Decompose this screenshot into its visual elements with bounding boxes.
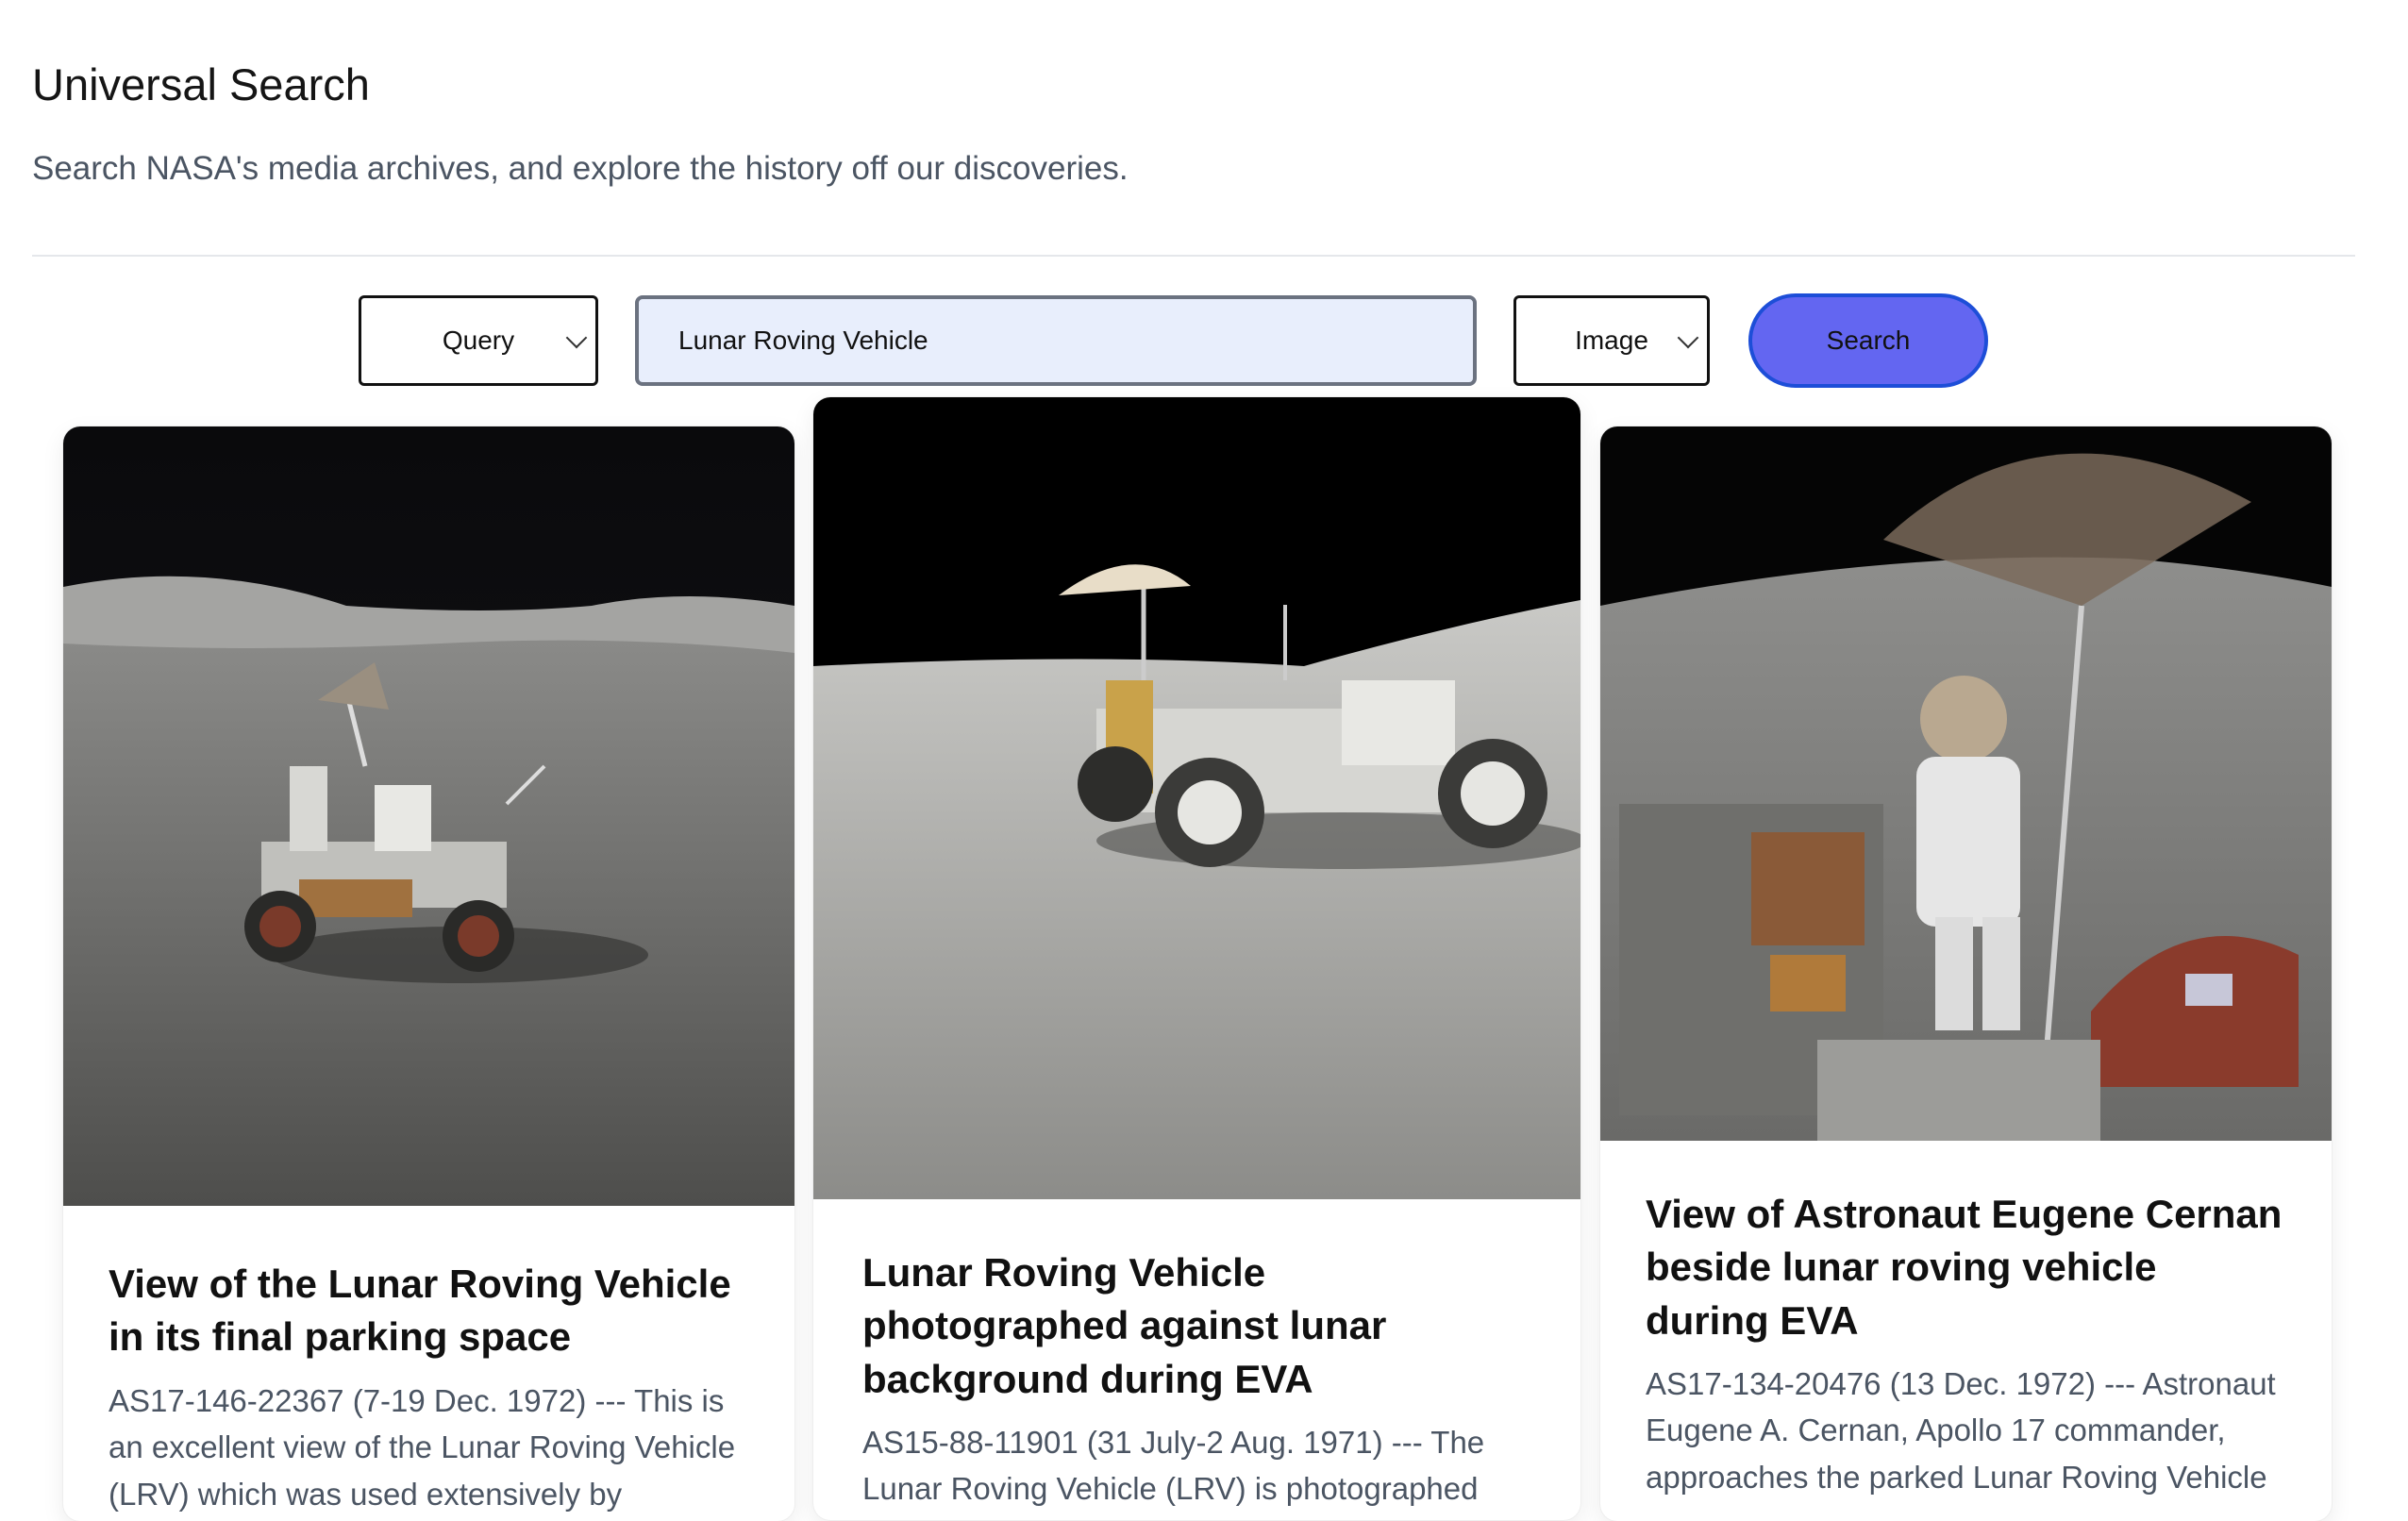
result-description: AS17-134-20476 (13 Dec. 1972) --- Astron…: [1646, 1365, 2276, 1495]
search-input[interactable]: [635, 295, 1477, 386]
search-button[interactable]: Search: [1748, 293, 1988, 388]
result-title[interactable]: View of Astronaut Eugene Cernan beside l…: [1646, 1188, 2286, 1347]
result-card[interactable]: Lunar Roving Vehicle photographed agains…: [813, 397, 1580, 1520]
header-divider: [32, 255, 2355, 257]
result-image[interactable]: [1600, 426, 2332, 1141]
page-subtitle: Search NASA's media archives, and explor…: [32, 150, 1129, 187]
result-description: AS15-88-11901 (31 July-2 Aug. 1971) --- …: [862, 1424, 1485, 1520]
result-card-body: Lunar Roving Vehicle photographed agains…: [813, 1199, 1580, 1520]
result-card[interactable]: View of the Lunar Roving Vehicle in its …: [63, 426, 794, 1521]
page-header: Universal Search Search NASA's media arc…: [32, 62, 2353, 190]
astronaut-rover-photo: [1600, 426, 2332, 1141]
result-description: AS17-146-22367 (7-19 Dec. 1972) --- This…: [109, 1382, 736, 1512]
result-card-body: View of the Lunar Roving Vehicle in its …: [63, 1206, 794, 1517]
result-title[interactable]: Lunar Roving Vehicle photographed agains…: [862, 1246, 1535, 1406]
media-type-select[interactable]: Image: [1513, 295, 1710, 386]
search-field-select-value: Query: [442, 326, 515, 355]
chevron-down-icon: [565, 326, 588, 349]
result-card-body: View of Astronaut Eugene Cernan beside l…: [1600, 1141, 2332, 1500]
result-title[interactable]: View of the Lunar Roving Vehicle in its …: [109, 1258, 749, 1364]
search-controls: Query Image Search: [0, 293, 2408, 388]
result-card[interactable]: View of Astronaut Eugene Cernan beside l…: [1600, 426, 2332, 1521]
page-title: Universal Search: [32, 59, 370, 109]
result-image[interactable]: [63, 426, 794, 1206]
search-field-select[interactable]: Query: [359, 295, 598, 386]
lunar-rover-photo-2: [813, 397, 1580, 1199]
chevron-down-icon: [1677, 326, 1699, 349]
media-type-select-value: Image: [1575, 326, 1648, 355]
result-image[interactable]: [813, 397, 1580, 1199]
lunar-rover-photo-1: [63, 426, 794, 1206]
